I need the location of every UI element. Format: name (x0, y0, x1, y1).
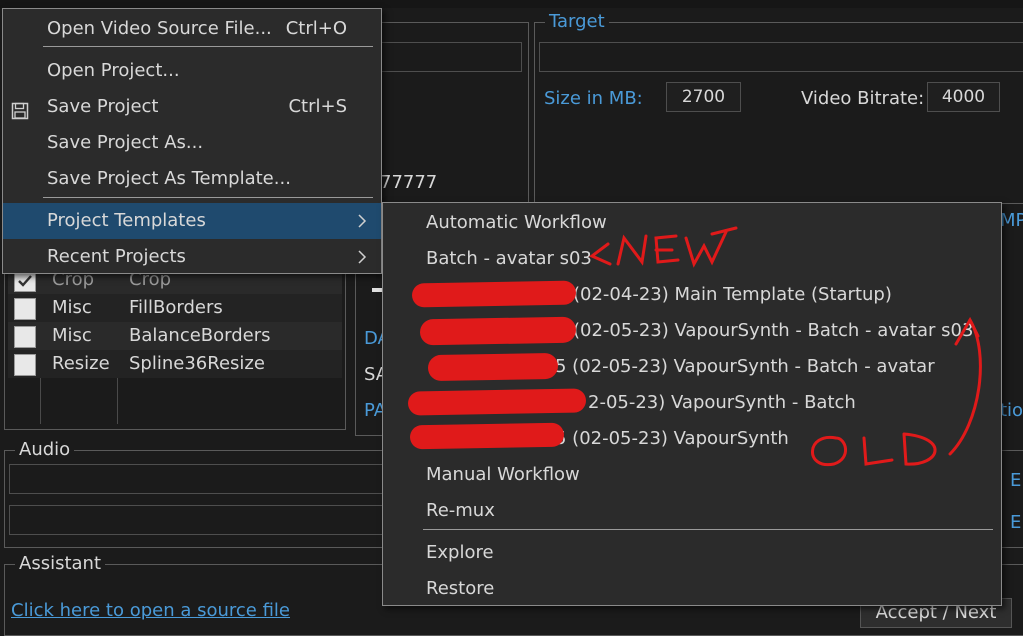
new-annotation (589, 226, 738, 268)
audio-track-1-field[interactable] (9, 464, 386, 494)
template-item[interactable]: Explore (383, 535, 1001, 571)
old-annotation-arrow (811, 316, 982, 467)
filters-table: Crop Crop Misc FillBorders Misc BalanceB… (8, 266, 342, 426)
menu-item-open-project[interactable]: Open Project... (3, 53, 381, 89)
row-name: BalanceBorders (129, 325, 271, 346)
menu-separator (43, 197, 373, 198)
target-title: Target (545, 11, 609, 32)
template-item[interactable]: Restore (383, 571, 1001, 607)
row-name: Spline36Resize (129, 353, 265, 374)
redaction-mark (411, 280, 577, 308)
assistant-title: Assistant (15, 553, 106, 574)
template-item[interactable]: Re-mux (383, 493, 1001, 529)
top-strip (0, 0, 1023, 8)
menu-item-save-project[interactable]: Save Project Ctrl+S (3, 89, 381, 125)
row-category: Misc (52, 297, 92, 318)
table-row[interactable]: Misc BalanceBorders (8, 322, 342, 350)
menu-separator (423, 529, 993, 530)
menu-item-open-video[interactable]: Open Video Source File... Ctrl+O (3, 11, 381, 47)
menu-separator (43, 46, 373, 47)
open-source-link[interactable]: Click here to open a source file (11, 600, 290, 621)
target-path-field[interactable] (539, 42, 1023, 72)
audio-track-2-field[interactable] (9, 505, 386, 535)
redaction-mark (407, 388, 587, 416)
menu-item-recent-projects[interactable]: Recent Projects (3, 239, 381, 275)
file-menu: Open Video Source File... Ctrl+O Open Pr… (2, 8, 382, 274)
redaction-mark (427, 352, 559, 382)
sevens-text: 77777 (380, 172, 438, 193)
row-checkbox[interactable] (14, 298, 36, 320)
table-row[interactable]: Misc FillBorders (8, 294, 342, 322)
redaction-mark (409, 422, 565, 450)
menu-item-save-as-template[interactable]: Save Project As Template... (3, 161, 381, 197)
size-label: Size in MB: (544, 88, 643, 109)
row-category: Resize (52, 353, 110, 374)
menu-item-save-project-as[interactable]: Save Project As... (3, 125, 381, 161)
bitrate-label: Video Bitrate: (801, 88, 925, 109)
audio-title: Audio (15, 439, 75, 460)
menu-item-project-templates[interactable]: Project Templates (3, 203, 381, 239)
row-checkbox[interactable] (14, 326, 36, 348)
right-mp-text: MP (1000, 210, 1023, 231)
table-row[interactable]: Resize Spline36Resize (8, 350, 342, 378)
size-input[interactable]: 2700 (666, 82, 741, 112)
row-checkbox[interactable] (14, 354, 36, 376)
source-path-field[interactable] (378, 42, 522, 72)
chevron-right-icon (357, 239, 367, 288)
redaction-mark (419, 316, 577, 346)
right-tio-text: tio (1000, 400, 1023, 421)
row-name: FillBorders (129, 297, 223, 318)
bitrate-input[interactable]: 4000 (927, 82, 1000, 112)
row-category: Misc (52, 325, 92, 346)
